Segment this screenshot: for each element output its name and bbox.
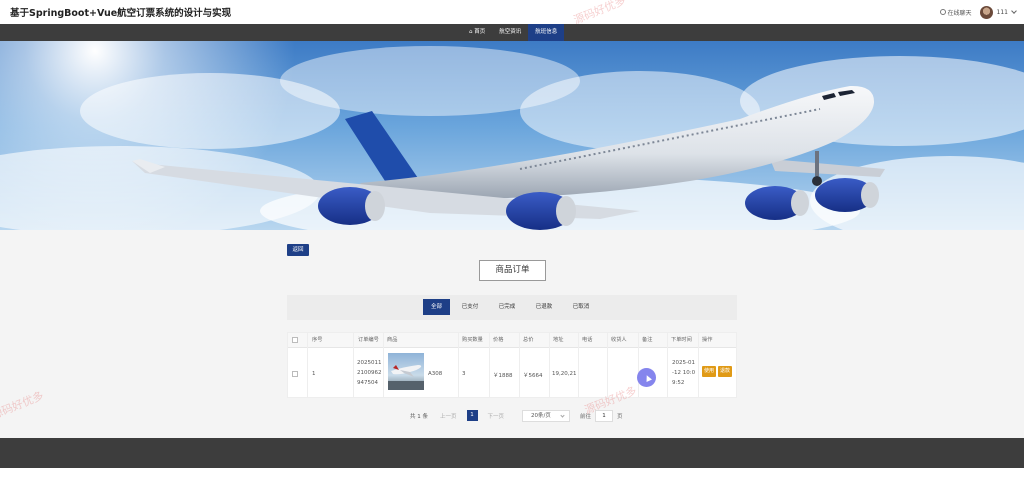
chevron-down-icon	[560, 412, 565, 418]
page-size-value: 20条/页	[531, 412, 551, 419]
site-title: 基于SpringBoot+Vue航空订票系统的设计与实现	[10, 8, 232, 19]
select-all-checkbox[interactable]	[292, 337, 298, 343]
nav-item-news[interactable]: 航空资讯	[492, 24, 528, 41]
order-time-line: 2025-01	[672, 360, 695, 366]
online-chat-label: 在线聊天	[947, 9, 972, 17]
tab-refunded[interactable]: 已退款	[529, 299, 559, 315]
pagination-total: 共 1 条	[410, 413, 428, 420]
row-index: 1	[312, 371, 316, 377]
back-button[interactable]: 返回	[287, 244, 309, 256]
price: ￥1888	[493, 373, 513, 379]
order-time-line: 9:52	[672, 380, 685, 386]
product-name: A308	[428, 371, 443, 377]
avatar[interactable]	[979, 5, 993, 19]
online-chat-link[interactable]: 在线聊天	[939, 8, 972, 17]
home-icon: ⌂	[469, 29, 473, 35]
orders-table: 序号 订单编号 商品 购买数量 价格 总价 地址 电话 收货人 备注 下单时间 …	[287, 332, 737, 398]
order-time-line: -12 10:0	[672, 370, 696, 376]
th-order-no: 订单编号	[358, 337, 379, 343]
page-unit-label: 页	[617, 413, 623, 420]
th-total: 总价	[523, 337, 534, 343]
th-quantity: 购买数量	[462, 337, 483, 343]
th-price: 价格	[493, 337, 504, 343]
nav-item-home[interactable]: ⌂ 首页	[462, 24, 492, 41]
watermark: 源码好优多	[0, 389, 46, 422]
page-bottom	[0, 468, 1024, 496]
order-no-line: 2025011	[357, 360, 382, 366]
product-image	[388, 353, 424, 390]
th-remark: 备注	[642, 337, 653, 343]
row-checkbox[interactable]	[292, 371, 298, 377]
quantity: 3	[462, 371, 466, 377]
username[interactable]: 111	[997, 9, 1008, 16]
tab-all[interactable]: 全部	[423, 299, 450, 315]
chevron-down-icon[interactable]	[1011, 8, 1017, 14]
th-phone: 电话	[582, 337, 593, 343]
table-header: 序号 订单编号 商品 购买数量 价格 总价 地址 电话 收货人 备注 下单时间 …	[288, 333, 736, 348]
order-status-tabs: 全部 已支付 已完成 已退款 已取消	[287, 295, 737, 320]
th-index: 序号	[312, 337, 323, 343]
th-receiver: 收货人	[611, 337, 627, 343]
nav-item-flights[interactable]: 航班信息	[528, 24, 565, 41]
prev-page-button[interactable]: 上一页	[440, 412, 457, 420]
page-title: 商品订单	[479, 260, 546, 281]
airplane-banner-image	[0, 41, 1024, 230]
th-address: 地址	[553, 337, 564, 343]
main-nav: ⌂ 首页 航空资讯 航班信息	[0, 24, 1024, 41]
footer	[0, 438, 1024, 468]
use-button[interactable]: 使用	[702, 366, 716, 377]
chat-icon	[939, 9, 946, 15]
tab-completed[interactable]: 已完成	[492, 299, 522, 315]
th-actions: 操作	[702, 337, 713, 343]
tab-cancelled[interactable]: 已取消	[566, 299, 596, 315]
total-price: ￥5664	[523, 373, 543, 379]
next-page-button[interactable]: 下一页	[488, 412, 505, 420]
hero-banner	[0, 41, 1024, 230]
user-area: 在线聊天 111	[939, 3, 1017, 21]
order-no-line: 2100962	[357, 370, 382, 376]
top-header: 基于SpringBoot+Vue航空订票系统的设计与实现 在线聊天 111	[0, 0, 1024, 24]
order-no-line: 947504	[357, 380, 378, 386]
page-number-current[interactable]: 1	[466, 410, 478, 421]
page-size-select[interactable]: 20条/页	[522, 409, 571, 422]
th-product: 商品	[387, 337, 398, 343]
refund-button[interactable]: 退款	[718, 366, 732, 377]
th-order-time: 下单时间	[671, 337, 692, 343]
address: 19,20,21	[552, 371, 577, 377]
nav-item-label: 首页	[474, 29, 486, 35]
tab-paid[interactable]: 已支付	[455, 299, 485, 315]
